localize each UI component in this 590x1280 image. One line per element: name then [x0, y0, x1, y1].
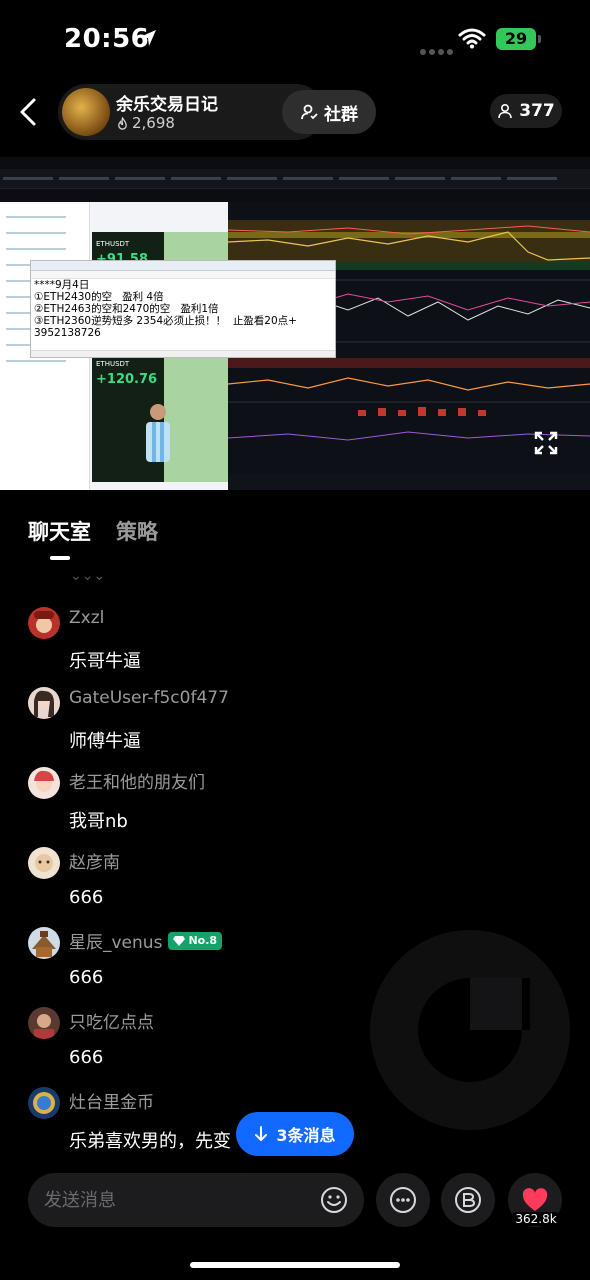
more-button[interactable] [376, 1173, 430, 1227]
new-messages-button[interactable]: 3条消息 [236, 1112, 354, 1156]
community-label: 社群 [324, 104, 358, 125]
chat-message: GateUser-f5c0f477 师傅牛逼 [28, 687, 568, 752]
notepad-window: ****9月4日 ①ETH2430的空 盈利 4倍 ②ETH2463的空和2470的… [30, 260, 336, 358]
home-indicator[interactable] [190, 1262, 400, 1268]
message-username[interactable]: 只吃亿点点 [69, 1008, 154, 1033]
avatar[interactable] [28, 607, 60, 639]
heart-icon [522, 1188, 548, 1211]
tab-indicator [50, 556, 70, 560]
note-line: ****9月4日 [34, 279, 90, 291]
channel-info[interactable]: 余乐交易日记 2,698 社群 [58, 84, 376, 140]
avatar[interactable] [28, 1007, 60, 1039]
note-line: 3952138726 [34, 327, 101, 339]
message-username[interactable]: GateUser-f5c0f477 [69, 688, 229, 708]
wifi-icon [458, 28, 486, 49]
phone-value-2: +120.76 [96, 372, 158, 387]
chat-message: 赵彦南 666 [28, 847, 568, 908]
clipped-message: ⌄⌄⌄ [70, 568, 106, 584]
location-arrow-icon [140, 30, 156, 46]
live-video[interactable]: ETHUSDT +91.58 ETHUSDT +120.76 ****9月4日①… [0, 157, 590, 490]
message-username[interactable]: 老王和他的朋友们 [69, 768, 205, 793]
viewer-count: 377 [519, 101, 555, 121]
chat-message: 星辰_venus No.8 666 [28, 927, 568, 988]
player-photo [146, 404, 170, 462]
message-text: 我哥nb [69, 811, 128, 832]
chat-messages: ⌄⌄⌄ Zxzl 乐哥牛逼 GateUser-f5c0f477 师傅牛逼 老王和… [0, 568, 590, 1168]
notepad-statusbar [31, 350, 335, 357]
diamond-icon [173, 935, 186, 946]
message-text: 666 [69, 967, 104, 988]
avatar[interactable] [28, 767, 60, 799]
username-text: 老王和他的朋友们 [69, 773, 205, 793]
note-line: ②ETH2463的空和2470的空 盈利1倍 [34, 303, 219, 315]
message-text: 乐弟喜欢男的，先变 [69, 1131, 231, 1152]
vip-badge: No.8 [168, 931, 223, 950]
person-icon [498, 103, 513, 119]
chat-message: 老王和他的朋友们 我哥nb [28, 767, 568, 832]
username-text: 赵彦南 [69, 853, 120, 873]
community-button[interactable]: 社群 [282, 90, 376, 134]
channel-followers: 2,698 [116, 114, 175, 132]
chat-message: 只吃亿点点 666 [28, 1007, 568, 1068]
battery-indicator: 29 [496, 28, 541, 50]
username-text: 灶台里金币 [69, 1093, 154, 1113]
notepad-text: ****9月4日 ①ETH2430的空 盈利 4倍 ②ETH2463的空和2470的… [34, 279, 297, 339]
avatar[interactable] [28, 847, 60, 879]
username-text: 只吃亿点点 [69, 1013, 154, 1033]
viewer-count-button[interactable]: 377 [490, 94, 562, 128]
fire-icon [118, 116, 127, 130]
message-username[interactable]: 赵彦南 [69, 848, 120, 873]
note-line: ③ETH2360逆势短多 2354必须止损！！ 止盈看20点+ [34, 315, 297, 327]
message-username[interactable]: 灶台里金币 [69, 1088, 154, 1113]
username-text: GateUser-f5c0f477 [69, 688, 229, 708]
emoji-icon[interactable] [320, 1186, 348, 1214]
message-username[interactable]: Zxzl [69, 608, 104, 628]
message-input[interactable] [44, 1186, 304, 1214]
channel-name: 余乐交易日记 [116, 95, 218, 115]
chat-message: Zxzl 乐哥牛逼 [28, 607, 568, 672]
message-text: 师傅牛逼 [69, 731, 141, 752]
avatar[interactable] [28, 687, 60, 719]
room-header: 余乐交易日记 2,698 社群 377 [0, 84, 590, 140]
status-time: 20:56 [64, 24, 150, 54]
message-text: 乐哥牛逼 [69, 651, 141, 672]
tab-strategy[interactable]: 策略 [116, 516, 158, 546]
community-icon [301, 104, 318, 120]
username-text: 星辰_venus [69, 933, 163, 953]
avatar[interactable] [28, 927, 60, 959]
tab-chat-room[interactable]: 聊天室 [28, 516, 91, 546]
phone-symbol-1: ETHUSDT [96, 240, 130, 248]
tip-button[interactable] [441, 1173, 495, 1227]
username-text: Zxzl [69, 608, 105, 628]
avatar[interactable] [28, 1087, 60, 1119]
new-messages-label: 3条消息 [276, 1126, 336, 1145]
signal-dots [420, 40, 456, 59]
message-composer [28, 1173, 364, 1227]
status-bar: 20:56 29 [0, 0, 590, 80]
arrow-down-icon [255, 1126, 268, 1141]
channel-avatar[interactable] [62, 88, 110, 136]
message-text: 666 [69, 887, 104, 908]
message-username[interactable]: 星辰_venus No.8 [69, 928, 223, 953]
badge-text: No.8 [188, 934, 218, 947]
fullscreen-icon[interactable] [533, 430, 559, 456]
notepad-titlebar [31, 261, 335, 271]
message-text: 666 [69, 1047, 104, 1068]
note-line: ①ETH2430的空 盈利 4倍 [34, 291, 164, 303]
notepad-menubar [31, 271, 335, 279]
followers-count: 2,698 [132, 114, 175, 132]
phone-symbol-2: ETHUSDT [96, 360, 130, 368]
ticker-bar [0, 169, 590, 189]
b-coin-icon [455, 1187, 481, 1213]
back-arrow-icon[interactable] [16, 96, 40, 128]
like-count: 362.8k [511, 1212, 561, 1226]
more-icon [390, 1187, 416, 1213]
